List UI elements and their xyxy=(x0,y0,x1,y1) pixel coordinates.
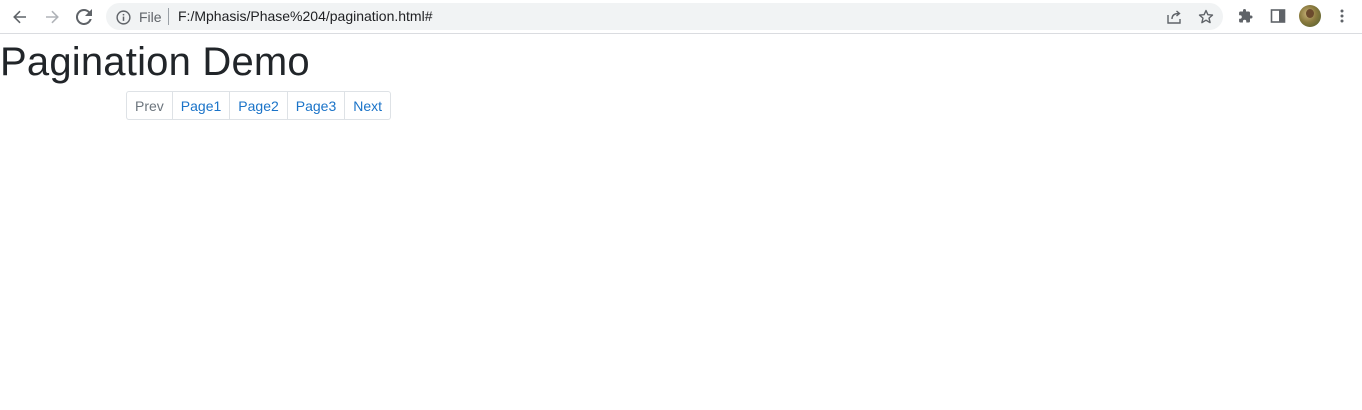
star-icon xyxy=(1198,9,1214,24)
back-button[interactable] xyxy=(6,3,34,31)
reload-button[interactable] xyxy=(70,3,98,31)
pagination: Prev Page1 Page2 Page3 Next xyxy=(126,91,392,120)
side-panel-icon xyxy=(1270,9,1286,23)
share-button[interactable] xyxy=(1164,7,1184,27)
pagination-page-1[interactable]: Page1 xyxy=(171,91,231,120)
pagination-page-2[interactable]: Page2 xyxy=(229,91,288,120)
side-panel-button[interactable] xyxy=(1266,4,1290,28)
site-info-chip[interactable]: File xyxy=(116,9,162,25)
address-bar[interactable]: File F:/Mphasis/Phase%204/pagination.htm… xyxy=(106,3,1223,30)
extensions-puzzle-icon xyxy=(1239,9,1253,23)
info-icon xyxy=(116,9,131,25)
pagination-next[interactable]: Next xyxy=(344,91,392,120)
url-text[interactable]: F:/Mphasis/Phase%204/pagination.html# xyxy=(178,8,432,24)
reload-icon xyxy=(76,9,92,25)
page-title: Pagination Demo xyxy=(0,40,310,84)
pagination-page-3[interactable]: Page3 xyxy=(286,91,346,120)
forward-button[interactable] xyxy=(38,3,66,31)
avatar[interactable] xyxy=(1299,5,1321,27)
extensions-button[interactable] xyxy=(1234,4,1258,28)
site-info-label: File xyxy=(139,9,162,25)
kebab-menu-icon xyxy=(1340,9,1344,23)
page-content: Pagination Demo Prev Page1 Page2 Page3 N… xyxy=(0,34,1362,410)
browser-toolbar: File F:/Mphasis/Phase%204/pagination.htm… xyxy=(0,0,1362,34)
browser-menu-button[interactable] xyxy=(1330,4,1354,28)
forward-arrow-icon xyxy=(46,10,59,24)
bookmark-button[interactable] xyxy=(1196,7,1216,27)
share-icon xyxy=(1167,10,1181,24)
omnibox-divider xyxy=(168,8,169,25)
back-arrow-icon xyxy=(13,10,26,24)
pagination-prev[interactable]: Prev xyxy=(126,91,173,120)
